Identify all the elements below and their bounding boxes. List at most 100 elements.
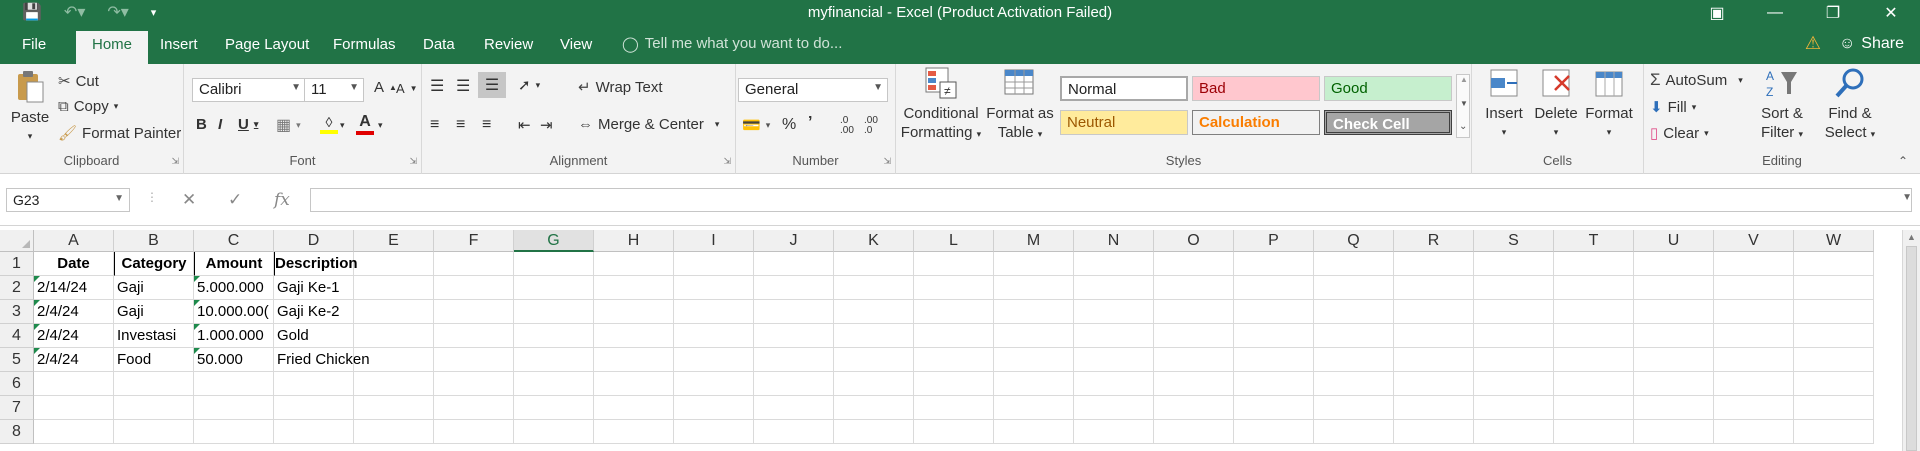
cell-b2[interactable]: Gaji bbox=[114, 276, 194, 300]
cell-l7[interactable] bbox=[914, 396, 994, 420]
cell-r8[interactable] bbox=[1394, 420, 1474, 444]
style-good[interactable]: Good bbox=[1324, 76, 1452, 101]
cell-d6[interactable] bbox=[274, 372, 354, 396]
cell-a4[interactable]: 2/4/24 bbox=[34, 324, 114, 348]
percent-icon[interactable]: % bbox=[782, 116, 796, 134]
cell-s4[interactable] bbox=[1474, 324, 1554, 348]
cell-r1[interactable] bbox=[1394, 252, 1474, 276]
cell-f2[interactable] bbox=[434, 276, 514, 300]
cell-b6[interactable] bbox=[114, 372, 194, 396]
cell-e5[interactable] bbox=[354, 348, 434, 372]
cell-h4[interactable] bbox=[594, 324, 674, 348]
cell-b5[interactable]: Food bbox=[114, 348, 194, 372]
dialog-launcher-icon[interactable]: ⇲ bbox=[171, 156, 179, 167]
cell-f5[interactable] bbox=[434, 348, 514, 372]
align-center-icon[interactable]: ≡ bbox=[456, 116, 465, 134]
cell-f1[interactable] bbox=[434, 252, 514, 276]
cell-m8[interactable] bbox=[994, 420, 1074, 444]
cell-l4[interactable] bbox=[914, 324, 994, 348]
cell-j3[interactable] bbox=[754, 300, 834, 324]
cell-l3[interactable] bbox=[914, 300, 994, 324]
row-header-1[interactable]: 1 bbox=[0, 252, 34, 276]
row-header-4[interactable]: 4 bbox=[0, 324, 34, 348]
cell-h8[interactable] bbox=[594, 420, 674, 444]
cell-j4[interactable] bbox=[754, 324, 834, 348]
column-header-i[interactable]: I bbox=[674, 230, 754, 252]
number-format-combo[interactable]: General ▼ bbox=[738, 78, 888, 102]
vertical-scrollbar[interactable]: ▲ bbox=[1902, 230, 1920, 451]
cell-i4[interactable] bbox=[674, 324, 754, 348]
cell-o8[interactable] bbox=[1154, 420, 1234, 444]
column-header-v[interactable]: V bbox=[1714, 230, 1794, 252]
column-header-a[interactable]: A bbox=[34, 230, 114, 252]
cell-e2[interactable] bbox=[354, 276, 434, 300]
cell-k5[interactable] bbox=[834, 348, 914, 372]
cell-p1[interactable] bbox=[1234, 252, 1314, 276]
cell-j2[interactable] bbox=[754, 276, 834, 300]
cell-g4[interactable] bbox=[514, 324, 594, 348]
cell-c1[interactable]: Amount bbox=[194, 252, 274, 276]
increase-font-icon[interactable]: A ▲ bbox=[374, 79, 397, 96]
cell-k4[interactable] bbox=[834, 324, 914, 348]
cell-v4[interactable] bbox=[1714, 324, 1794, 348]
cell-m5[interactable] bbox=[994, 348, 1074, 372]
decrease-decimal-icon[interactable]: .00.0 bbox=[864, 116, 878, 136]
chevron-up-icon[interactable]: ▲ bbox=[1907, 232, 1916, 242]
tell-me-search[interactable]: ◯ Tell me what you want to do... bbox=[622, 35, 842, 53]
cell-h2[interactable] bbox=[594, 276, 674, 300]
cell-n1[interactable] bbox=[1074, 252, 1154, 276]
cell-s6[interactable] bbox=[1474, 372, 1554, 396]
increase-indent-icon[interactable]: ⇥ bbox=[540, 116, 553, 134]
cell-m2[interactable] bbox=[994, 276, 1074, 300]
fill-color-icon[interactable]: ◊ bbox=[320, 114, 338, 134]
cell-j6[interactable] bbox=[754, 372, 834, 396]
cell-w8[interactable] bbox=[1794, 420, 1874, 444]
column-header-n[interactable]: N bbox=[1074, 230, 1154, 252]
scrollbar-thumb[interactable] bbox=[1906, 246, 1917, 451]
column-header-g[interactable]: G bbox=[514, 230, 594, 252]
cell-r7[interactable] bbox=[1394, 396, 1474, 420]
cell-r2[interactable] bbox=[1394, 276, 1474, 300]
row-header-2[interactable]: 2 bbox=[0, 276, 34, 300]
cell-d2[interactable]: Gaji Ke-1 bbox=[274, 276, 354, 300]
column-header-m[interactable]: M bbox=[994, 230, 1074, 252]
cell-t8[interactable] bbox=[1554, 420, 1634, 444]
cell-l5[interactable] bbox=[914, 348, 994, 372]
cell-o6[interactable] bbox=[1154, 372, 1234, 396]
chevron-down-icon[interactable]: ▼ bbox=[1460, 99, 1468, 108]
cell-j8[interactable] bbox=[754, 420, 834, 444]
cell-o5[interactable] bbox=[1154, 348, 1234, 372]
chevron-down-icon[interactable]: ▾ bbox=[378, 120, 383, 131]
increase-decimal-icon[interactable]: .0.00 bbox=[840, 116, 854, 136]
cell-g6[interactable] bbox=[514, 372, 594, 396]
cell-t2[interactable] bbox=[1554, 276, 1634, 300]
column-header-t[interactable]: T bbox=[1554, 230, 1634, 252]
decrease-indent-icon[interactable]: ⇤ bbox=[518, 116, 531, 134]
cell-s8[interactable] bbox=[1474, 420, 1554, 444]
bold-icon[interactable]: B bbox=[196, 116, 207, 133]
style-calculation[interactable]: Calculation bbox=[1192, 110, 1320, 135]
cut-button[interactable]: ✂ Cut bbox=[58, 72, 99, 91]
cell-m6[interactable] bbox=[994, 372, 1074, 396]
cell-b1[interactable]: Category bbox=[114, 252, 194, 276]
cell-h5[interactable] bbox=[594, 348, 674, 372]
formula-input[interactable] bbox=[310, 188, 1912, 212]
cell-s2[interactable] bbox=[1474, 276, 1554, 300]
cell-s3[interactable] bbox=[1474, 300, 1554, 324]
cell-c7[interactable] bbox=[194, 396, 274, 420]
cell-o7[interactable] bbox=[1154, 396, 1234, 420]
sort-filter-button[interactable]: AZ Sort & Filter ▾ bbox=[1752, 66, 1812, 144]
more-styles-icon[interactable]: ⌄ bbox=[1459, 121, 1467, 132]
cell-l2[interactable] bbox=[914, 276, 994, 300]
cell-g1[interactable] bbox=[514, 252, 594, 276]
chevron-up-icon[interactable]: ▲ bbox=[1460, 75, 1468, 84]
cell-a5[interactable]: 2/4/24 bbox=[34, 348, 114, 372]
underline-icon[interactable]: U ▾ bbox=[238, 116, 258, 133]
cell-u6[interactable] bbox=[1634, 372, 1714, 396]
cell-d7[interactable] bbox=[274, 396, 354, 420]
ribbon-display-options-icon[interactable]: ▣ bbox=[1688, 0, 1746, 26]
expand-formula-bar-icon[interactable]: ▼ bbox=[1902, 192, 1912, 203]
cell-a8[interactable] bbox=[34, 420, 114, 444]
style-bad[interactable]: Bad bbox=[1192, 76, 1320, 101]
cell-n4[interactable] bbox=[1074, 324, 1154, 348]
